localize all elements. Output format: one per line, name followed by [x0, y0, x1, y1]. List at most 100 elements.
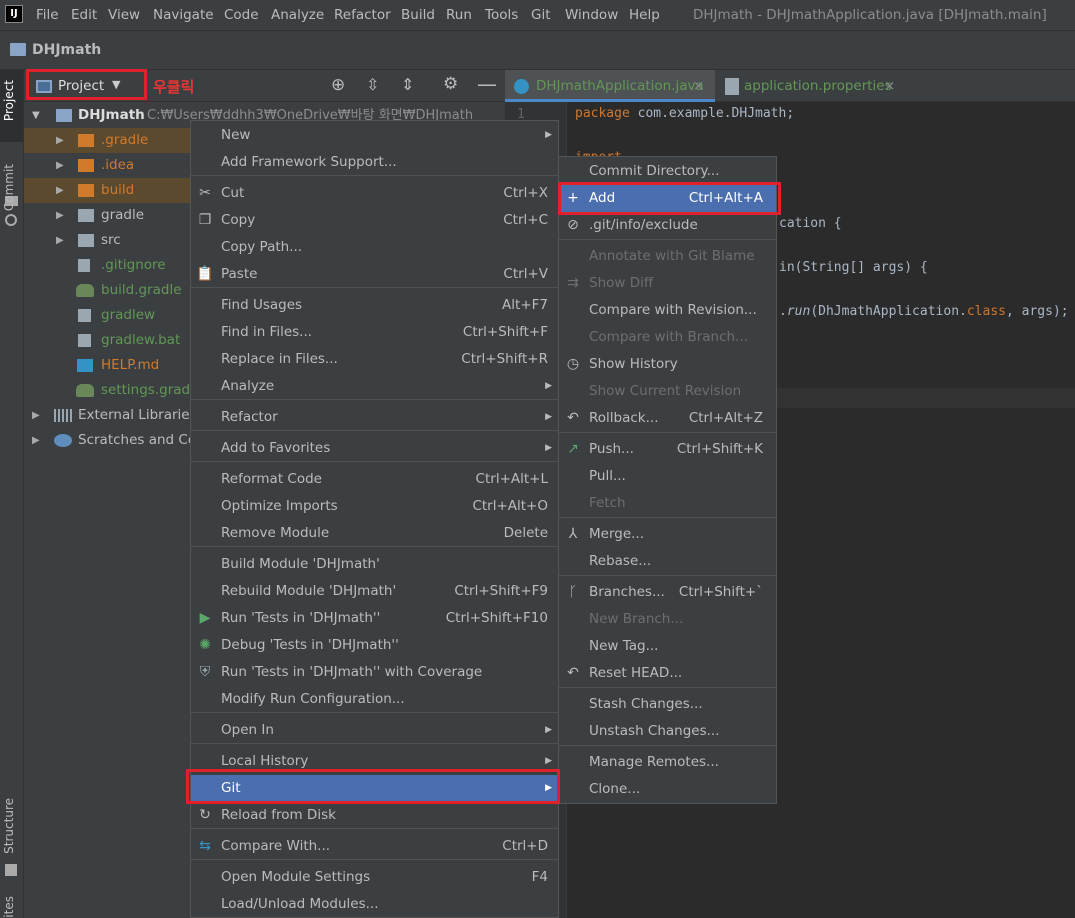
context-menu-item[interactable]: ⇆ Compare With... Ctrl+D — [191, 833, 558, 860]
menu-analyze[interactable]: Analyze — [271, 7, 324, 23]
close-icon[interactable]: × — [693, 70, 704, 102]
tool-tab-favorites[interactable]: ites — [2, 896, 16, 918]
menu-file[interactable]: File — [36, 7, 59, 23]
git-menu-item[interactable]: ↶ Reset HEAD... — [559, 660, 776, 687]
chevron-down-icon[interactable]: ▼ — [32, 103, 40, 128]
code-method: run — [786, 304, 811, 319]
menu-help[interactable]: Help — [629, 7, 660, 23]
context-menu-item[interactable]: Add to Favorites ▶ — [191, 435, 558, 462]
collapse-all-icon[interactable]: ⇕ — [401, 75, 414, 94]
menu-item-label: Clone... — [589, 781, 641, 797]
gear-icon[interactable]: ⚙ — [443, 74, 458, 94]
structure-icon — [5, 864, 17, 876]
git-menu-item[interactable]: Stash Changes... — [559, 691, 776, 718]
context-menu-item[interactable]: Load/Unload Modules... — [191, 891, 558, 918]
context-menu-item[interactable]: Rebuild Module 'DHJmath' Ctrl+Shift+F9 — [191, 578, 558, 605]
tab-dhjmath-application[interactable]: DHJmathApplication.java — [536, 70, 704, 102]
context-menu-item[interactable]: ▶ Run 'Tests in 'DHJmath'' Ctrl+Shift+F10 — [191, 605, 558, 632]
left-tool-window-bar: Project Commit Structure ites — [0, 70, 24, 918]
context-menu-item[interactable]: 📋 Paste Ctrl+V — [191, 261, 558, 288]
tree-label: DHJmath — [78, 107, 145, 123]
context-menu-item[interactable]: Refactor ▶ — [191, 404, 558, 431]
library-icon — [54, 409, 72, 422]
tree-label: .gitignore — [101, 257, 166, 273]
menu-item-label: Modify Run Configuration... — [221, 691, 405, 707]
chevron-right-icon[interactable]: ▶ — [56, 203, 64, 228]
menu-refactor[interactable]: Refactor — [334, 7, 391, 23]
context-menu-item[interactable]: Modify Run Configuration... — [191, 686, 558, 713]
context-menu-item[interactable]: Open Module Settings F4 — [191, 864, 558, 891]
git-menu-item[interactable]: Pull... — [559, 463, 776, 490]
git-menu-item[interactable]: ↗ Push... Ctrl+Shift+K — [559, 436, 776, 463]
menu-edit[interactable]: Edit — [71, 7, 97, 23]
menu-git[interactable]: Git — [531, 7, 551, 23]
tree-label: src — [101, 232, 121, 248]
menu-build[interactable]: Build — [401, 7, 435, 23]
menu-view[interactable]: View — [108, 7, 140, 23]
folder-icon — [78, 209, 94, 222]
code-text: com.example.DHJmath; — [629, 106, 795, 121]
context-menu-item[interactable]: Remove Module Delete — [191, 520, 558, 547]
context-menu-item[interactable]: ↻ Reload from Disk — [191, 802, 558, 829]
context-menu-item[interactable]: Find in Files... Ctrl+Shift+F — [191, 319, 558, 346]
git-menu-item[interactable]: Rebase... — [559, 548, 776, 575]
tool-tab-structure[interactable]: Structure — [2, 798, 16, 854]
chevron-right-icon[interactable]: ▶ — [56, 228, 64, 253]
context-menu-item[interactable]: Add Framework Support... — [191, 149, 558, 176]
context-menu-item[interactable]: Analyze ▶ — [191, 373, 558, 400]
context-menu-item[interactable]: Build Module 'DHJmath' — [191, 551, 558, 578]
context-menu-item[interactable]: ✂ Cut Ctrl+X — [191, 180, 558, 207]
chevron-right-icon[interactable]: ▶ — [32, 403, 40, 428]
chevron-right-icon[interactable]: ▶ — [56, 178, 64, 203]
menu-run[interactable]: Run — [446, 7, 472, 23]
menu-navigate[interactable]: Navigate — [153, 7, 214, 23]
context-menu-item[interactable]: Optimize Imports Ctrl+Alt+O — [191, 493, 558, 520]
tool-tab-project[interactable]: Project — [2, 80, 16, 121]
git-menu-item[interactable]: ⊘ .git/info/exclude — [559, 212, 776, 239]
context-menu-item[interactable]: ⛨ Run 'Tests in 'DHJmath'' with Coverage — [191, 659, 558, 686]
git-menu-item[interactable]: Unstash Changes... — [559, 718, 776, 745]
code-line-9: .run(DhJmathApplication.class, args); — [779, 304, 1069, 319]
hide-panel-icon[interactable]: — — [477, 72, 497, 96]
git-menu-item: Compare with Branch... — [559, 324, 776, 351]
code-text: , args); — [1006, 304, 1069, 319]
menu-separator — [191, 399, 558, 400]
menu-item-shortcut: Ctrl+Shift+` — [678, 584, 763, 600]
chevron-right-icon[interactable]: ▶ — [32, 428, 40, 453]
locate-icon[interactable]: ⊕ — [331, 75, 345, 95]
git-menu-item[interactable]: Commit Directory... — [559, 158, 776, 185]
context-menu-item[interactable]: ✺ Debug 'Tests in 'DHJmath'' — [191, 632, 558, 659]
menu-tools[interactable]: Tools — [485, 7, 518, 23]
menu-item-label: Find Usages — [221, 297, 303, 313]
menu-item-icon: ⅄ — [568, 526, 578, 542]
git-menu-item[interactable]: Compare with Revision... — [559, 297, 776, 324]
context-menu-item[interactable]: Replace in Files... Ctrl+Shift+R — [191, 346, 558, 373]
menu-item-label: Open In — [221, 722, 274, 738]
menu-window[interactable]: Window — [565, 7, 618, 23]
tree-label: gradlew — [101, 307, 156, 323]
close-icon[interactable]: × — [884, 70, 895, 102]
context-menu-item[interactable]: Copy Path... — [191, 234, 558, 261]
git-menu-item[interactable]: ↶ Rollback... Ctrl+Alt+Z — [559, 405, 776, 432]
git-menu-item[interactable]: ⅄ Merge... — [559, 521, 776, 548]
tree-label: build.gradle — [101, 282, 182, 298]
menu-item-label: Compare With... — [221, 838, 331, 854]
tool-tab-commit[interactable]: Commit — [2, 164, 16, 211]
expand-all-icon[interactable]: ⇳ — [366, 75, 379, 94]
breadcrumb-project[interactable]: DHJmath — [32, 42, 101, 58]
git-menu-item[interactable]: Clone... — [559, 776, 776, 803]
git-menu-item[interactable]: Manage Remotes... — [559, 749, 776, 776]
context-menu-item[interactable]: Reformat Code Ctrl+Alt+L — [191, 466, 558, 493]
context-menu-item[interactable]: ❐ Copy Ctrl+C — [191, 207, 558, 234]
menu-code[interactable]: Code — [224, 7, 259, 23]
git-menu-item[interactable]: New Tag... — [559, 633, 776, 660]
chevron-right-icon[interactable]: ▶ — [56, 153, 64, 178]
context-menu-item[interactable]: Find Usages Alt+F7 — [191, 292, 558, 319]
tab-application-properties[interactable]: application.properties — [744, 70, 892, 102]
context-menu-item[interactable]: New ▶ — [191, 122, 558, 149]
menu-item-label: New Tag... — [589, 638, 659, 654]
chevron-right-icon[interactable]: ▶ — [56, 128, 64, 153]
git-menu-item[interactable]: ◷ Show History — [559, 351, 776, 378]
git-menu-item[interactable]: ᚴ Branches... Ctrl+Shift+` — [559, 579, 776, 606]
context-menu-item[interactable]: Open In ▶ — [191, 717, 558, 744]
